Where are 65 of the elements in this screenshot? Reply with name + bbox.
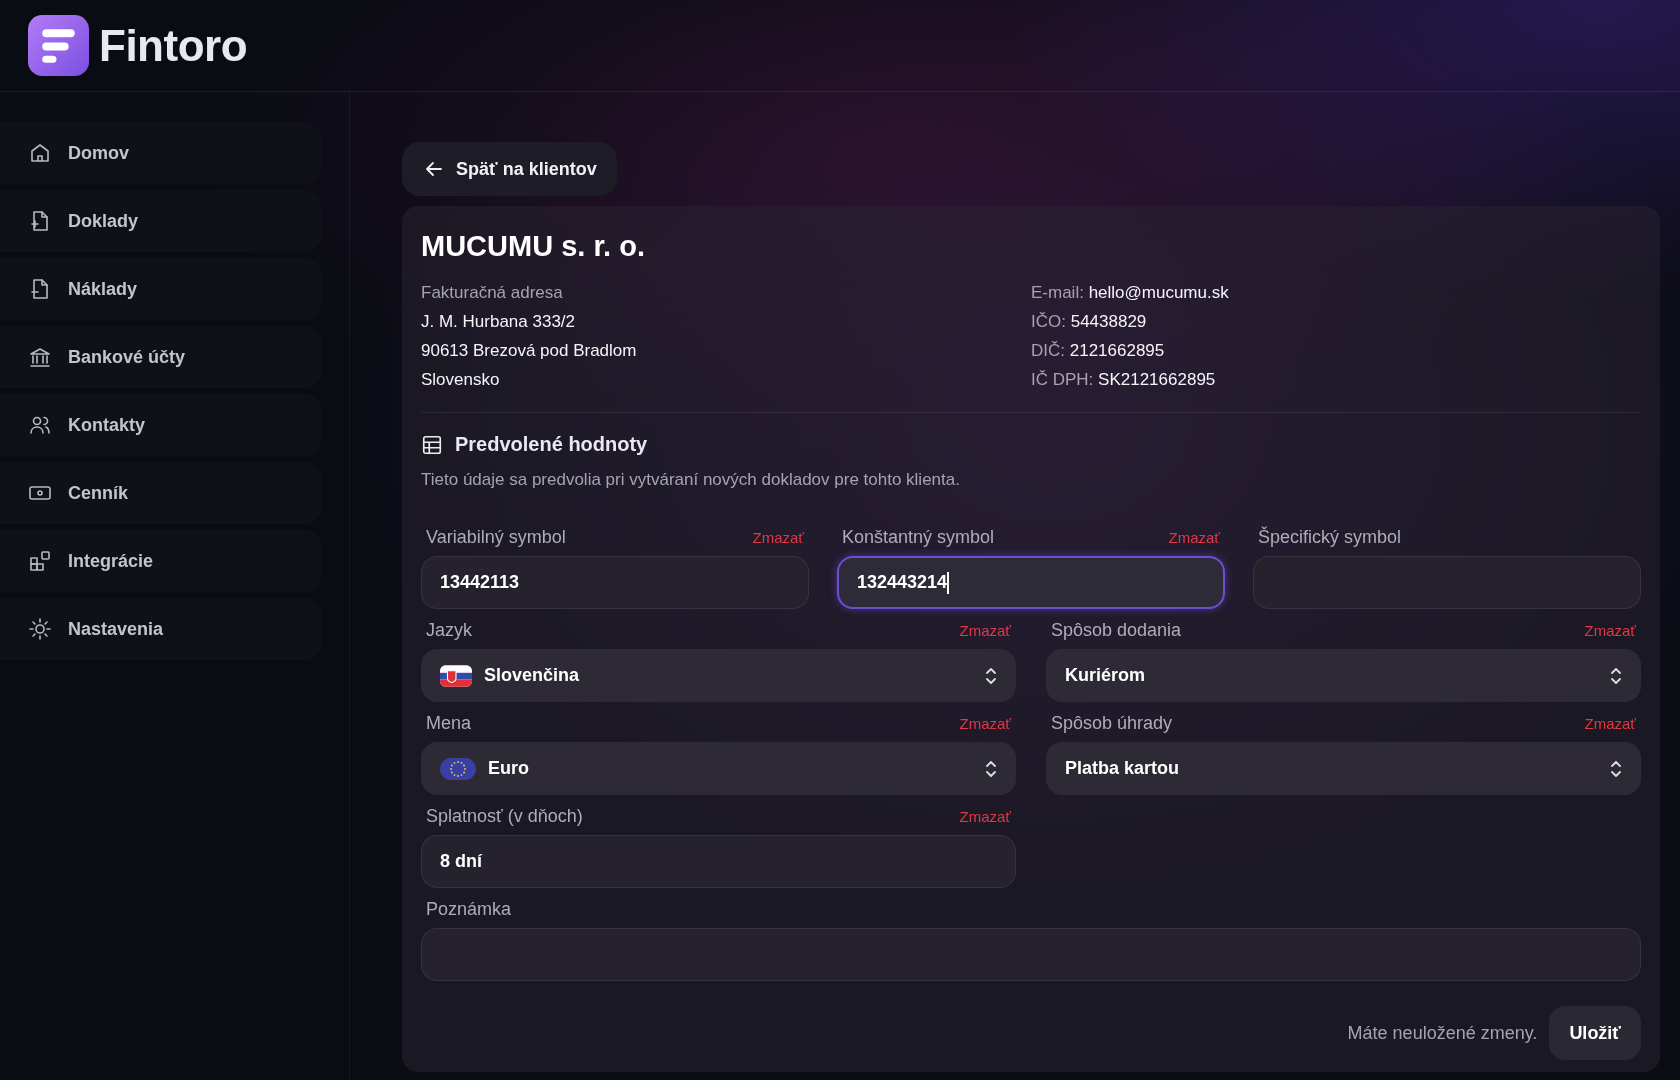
table-icon [421,433,443,456]
clear-link[interactable]: Zmazať [959,621,1011,639]
field-label: Splatnosť (v dňoch) [426,805,583,827]
chevron-up-down-icon [1610,759,1622,778]
select-field[interactable]: Euro [421,742,1016,795]
sidebar-item[interactable]: Domov [0,122,322,184]
logo-icon [28,15,89,76]
flag-icon [440,664,472,687]
chevron-up-down-icon [985,759,997,778]
section-description: Tieto údaje sa predvolia pri vytváraní nových dokladov pre tohto klienta. [421,470,961,490]
input-field[interactable] [421,928,1641,981]
field-label: Poznámka [426,898,512,920]
clear-link[interactable]: Zmazať [1584,714,1636,732]
clear-link[interactable]: Zmazať [1584,621,1636,639]
users-icon [30,416,50,434]
address-line: J. M. Hurbana 333/2 [421,312,577,332]
select-field[interactable]: Platba kartou [1046,742,1641,795]
input-field[interactable]: 13442113 [421,556,809,609]
unsaved-note: Máte neuložené zmeny. [1347,1022,1538,1044]
clear-link[interactable]: Zmazať [959,807,1011,825]
address-line: Slovensko [421,370,501,390]
field-label: Mena [426,712,472,734]
arrow-left-icon [424,159,444,179]
field-label: Jazyk [426,619,472,641]
chevron-up-down-icon [1610,666,1622,685]
document-minus-icon [31,279,48,299]
home-icon [31,144,49,162]
field-label: Špecifický symbol [1258,526,1402,548]
flag-icon [440,757,476,780]
detail-line: DIČ: 2121662895 [1031,341,1166,361]
field-label: Variabilný symbol [426,526,566,548]
clear-link[interactable]: Zmazať [1168,528,1220,546]
input-field[interactable] [1253,556,1641,609]
blocks-icon [30,551,50,571]
field-label: Spôsob úhrady [1051,712,1173,734]
sidebar-item[interactable]: Nastavenia [0,598,322,660]
clear-link[interactable]: Zmazať [752,528,804,546]
address-line: 90613 Brezová pod Bradlom [421,341,638,361]
field-label: Spôsob dodania [1051,619,1182,641]
bank-icon [30,348,50,367]
banknote-icon [29,486,51,500]
address-label: Fakturačná adresa [421,283,564,303]
chevron-up-down-icon [985,666,997,685]
input-field[interactable]: 132443214 [837,556,1225,609]
detail-line: IČ DPH: SK2121662895 [1031,370,1217,390]
app-name: Fintoro [99,20,247,71]
detail-line: E-mail: hello@mucumu.sk [1031,283,1230,303]
client-name: MUCUMU s. r. o. [421,230,646,263]
document-plus-icon [31,211,48,231]
select-field[interactable]: Kuriérom [1046,649,1641,702]
sidebar-item[interactable]: Náklady [0,258,322,320]
sidebar-item[interactable]: Bankové účty [0,326,322,388]
sidebar-item[interactable]: Integrácie [0,530,322,592]
back-button[interactable]: Späť na klientov [402,142,617,196]
select-field[interactable]: Slovenčina [421,649,1016,702]
sidebar-item[interactable]: Doklady [0,190,322,252]
sidebar-item[interactable]: Kontakty [0,394,322,456]
detail-line: IČO: 54438829 [1031,312,1148,332]
settings-icon [29,618,51,640]
sidebar-item[interactable]: Cenník [0,462,322,524]
save-button[interactable]: Uložiť [1549,1006,1641,1060]
input-field[interactable]: 8 dní [421,835,1016,888]
clear-link[interactable]: Zmazať [959,714,1011,732]
field-label: Konštantný symbol [842,526,995,548]
section-title: Predvolené hodnoty [455,433,648,456]
